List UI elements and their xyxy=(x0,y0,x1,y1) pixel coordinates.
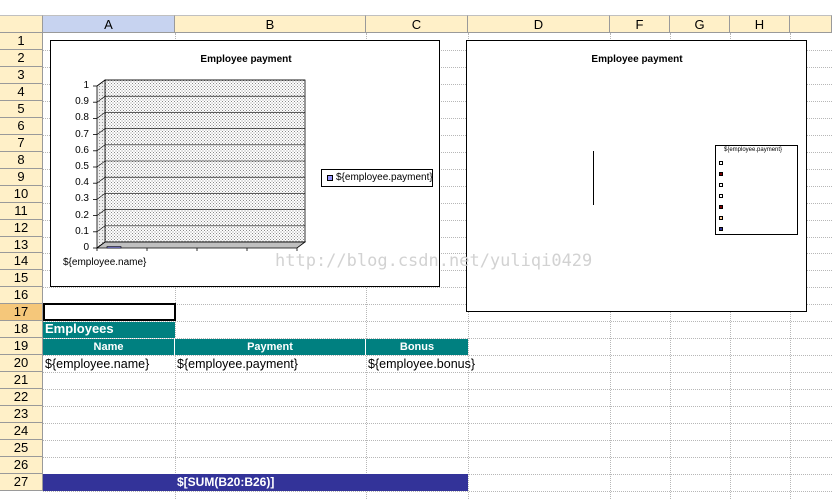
row-header-10[interactable]: 10 xyxy=(0,185,43,203)
row-header-16[interactable]: 16 xyxy=(0,287,43,305)
legend-swatch xyxy=(719,183,723,187)
x-category-label: ${employee.name} xyxy=(63,257,147,268)
column-header-b[interactable]: B xyxy=(175,15,366,33)
column-header-a[interactable]: A xyxy=(43,15,175,33)
row-header-15[interactable]: 15 xyxy=(0,270,43,288)
row-header-22[interactable]: 22 xyxy=(0,389,43,407)
row-header-4[interactable]: 4 xyxy=(0,83,43,101)
row-header-24[interactable]: 24 xyxy=(0,423,43,441)
gridline xyxy=(43,490,832,492)
gridline xyxy=(43,406,832,408)
legend-swatch xyxy=(719,205,723,209)
cell-employee-name[interactable]: ${employee.name} xyxy=(45,356,149,372)
gridline xyxy=(43,372,832,374)
row-header-18[interactable]: 18 xyxy=(0,321,43,339)
column-header-g[interactable]: G xyxy=(670,15,730,33)
column-header-c[interactable]: C xyxy=(366,15,468,33)
header-name[interactable]: Name xyxy=(43,339,175,355)
row-header-3[interactable]: 3 xyxy=(0,66,43,84)
cell-employee-payment[interactable]: ${employee.payment} xyxy=(177,356,298,372)
row-header-26[interactable]: 26 xyxy=(0,457,43,474)
legend-swatch xyxy=(719,194,723,198)
row-header-21[interactable]: 21 xyxy=(0,372,43,390)
legend-swatch xyxy=(327,175,333,181)
row-header-1[interactable]: 1 xyxy=(0,33,43,50)
row-header-8[interactable]: 8 xyxy=(0,151,43,169)
row-header-2[interactable]: 2 xyxy=(0,49,43,67)
chart-title: Employee payment xyxy=(591,54,683,65)
column-header-d[interactable]: D xyxy=(468,15,610,33)
row-header-19[interactable]: 19 xyxy=(0,338,43,356)
row-header-14[interactable]: 14 xyxy=(0,253,43,271)
plot-floor xyxy=(95,241,307,249)
gridline xyxy=(43,423,832,425)
legend-swatch xyxy=(719,227,723,231)
column-header-row: A B C D F G H xyxy=(0,15,832,33)
legend-swatch xyxy=(719,172,723,176)
gridline xyxy=(43,389,832,391)
column-header-next[interactable] xyxy=(790,15,832,33)
cell-employee-bonus[interactable]: ${employee.bonus} xyxy=(368,356,475,372)
gridline xyxy=(43,457,832,458)
header-payment[interactable]: Payment xyxy=(175,339,366,355)
row-header-11[interactable]: 11 xyxy=(0,202,43,220)
row-header-6[interactable]: 6 xyxy=(0,117,43,135)
total-formula[interactable]: $[SUM(B20:B26)] xyxy=(177,474,274,490)
employees-section-title[interactable]: Employees xyxy=(45,321,114,337)
legend-label: ${employee.payment} xyxy=(724,147,783,153)
column-header-f[interactable]: F xyxy=(610,15,670,33)
column-header-h[interactable]: H xyxy=(730,15,790,33)
header-bonus[interactable]: Bonus xyxy=(366,339,468,355)
row-header-27[interactable]: 27 xyxy=(0,473,43,491)
chart-legend[interactable]: ${employee.payment} xyxy=(321,169,433,187)
row-header-5[interactable]: 5 xyxy=(0,100,43,118)
legend-label: ${employee.payment} xyxy=(336,172,433,183)
spreadsheet-grid[interactable]: A B C D F G H 1 2 3 4 5 6 7 8 9 10 11 12 13 14 15 16 17 1… xyxy=(0,0,832,499)
row-header-17[interactable]: 17 xyxy=(0,304,43,322)
row-header-13[interactable]: 13 xyxy=(0,236,43,254)
pie-placeholder-line xyxy=(593,151,594,205)
gridline xyxy=(43,440,832,442)
pie-chart[interactable]: Employee payment ${employee.payment} xyxy=(466,40,807,312)
row-header-25[interactable]: 25 xyxy=(0,440,43,457)
row-header-12[interactable]: 12 xyxy=(0,219,43,237)
row-header-23[interactable]: 23 xyxy=(0,406,43,424)
row-header-9[interactable]: 9 xyxy=(0,168,43,186)
legend-swatch xyxy=(719,161,723,165)
data-bar xyxy=(106,246,122,249)
chart-legend[interactable]: ${employee.payment} xyxy=(715,145,798,235)
row-header-20[interactable]: 20 xyxy=(0,355,43,373)
watermark-text: http://blog.csdn.net/yuliqi0429 xyxy=(275,251,593,271)
active-cell-a17[interactable] xyxy=(43,303,176,321)
row-header-7[interactable]: 7 xyxy=(0,134,43,152)
legend-swatch xyxy=(719,216,723,220)
bar-chart[interactable]: Employee payment 1 0.9 0.8 0.7 0.6 0.5 0.4 0.3 0… xyxy=(50,40,440,287)
